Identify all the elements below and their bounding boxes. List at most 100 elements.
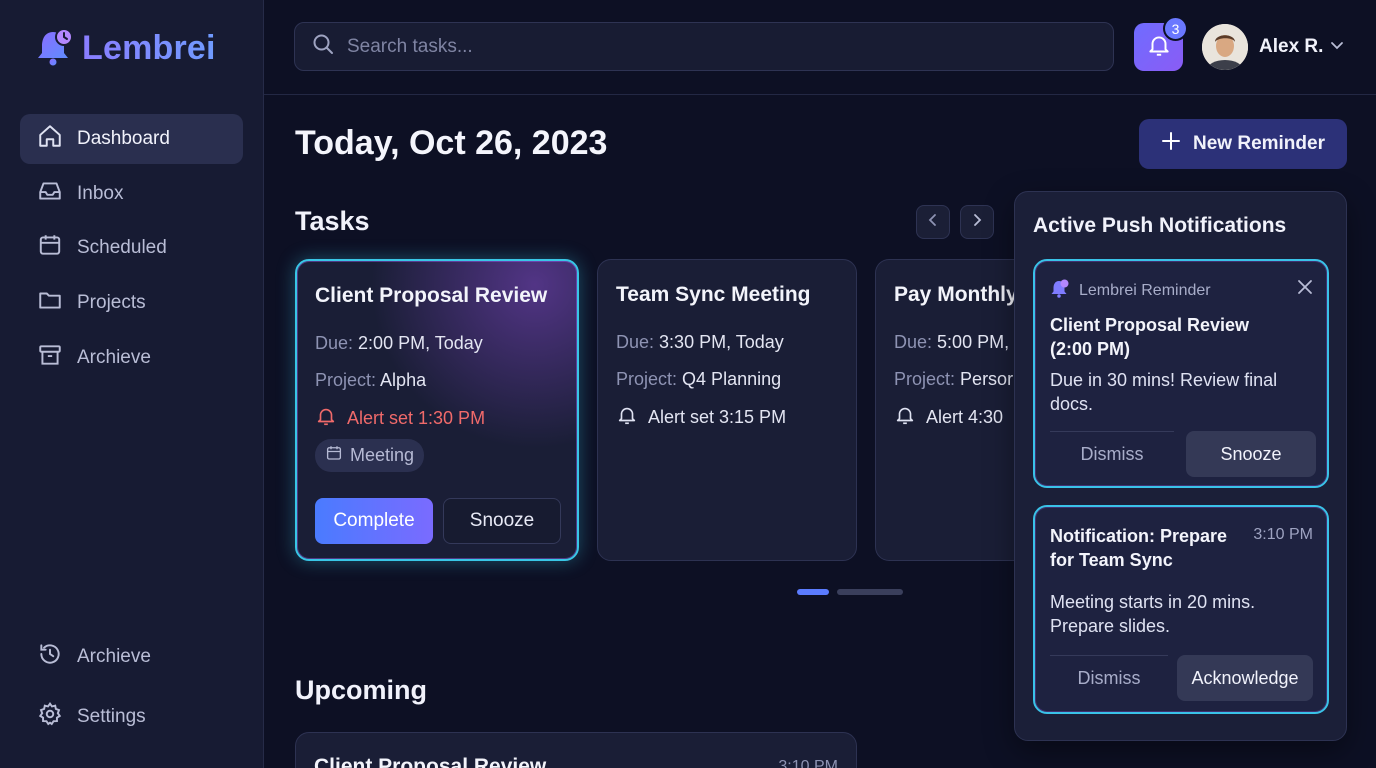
chevron-right-icon xyxy=(971,213,983,232)
task-tag[interactable]: Meeting xyxy=(315,439,425,472)
alert-bell-icon xyxy=(315,405,337,432)
task-card-team-sync[interactable]: Team Sync Meeting Due: 3:30 PM, Today Pr… xyxy=(597,259,857,561)
new-reminder-button[interactable]: New Reminder xyxy=(1139,119,1347,169)
notification-title-line: (2:00 PM) xyxy=(1050,339,1131,359)
notification-app: Lembrei Reminder xyxy=(1050,278,1211,303)
chevron-down-icon[interactable] xyxy=(1330,38,1344,57)
notification-title-line: Notification: Prepare xyxy=(1050,526,1228,546)
due-value: 5:00 PM, xyxy=(937,332,1010,352)
bell-icon xyxy=(894,404,916,431)
notification-body: Meeting starts in 20 mins. Prepare slide… xyxy=(1050,590,1255,638)
snooze-button[interactable]: Snooze xyxy=(1186,431,1316,477)
sidebar-item-label: Inbox xyxy=(77,182,124,204)
alert-text: Alert set 3:15 PM xyxy=(648,407,787,427)
carousel-prev-button[interactable] xyxy=(916,205,950,239)
sidebar-item-projects[interactable]: Projects xyxy=(20,278,243,328)
due-label: Due: xyxy=(894,332,933,352)
sidebar-item-inbox[interactable]: Inbox xyxy=(20,169,243,219)
alert-text: Alert set 1:30 PM xyxy=(347,408,486,428)
upcoming-item[interactable]: Client Proposal Review 3:10 PM xyxy=(295,732,857,768)
notification-title-line: for Team Sync xyxy=(1050,550,1173,570)
bell-logo-icon xyxy=(1050,278,1070,303)
gear-icon xyxy=(37,701,63,733)
folder-icon xyxy=(37,287,63,319)
sidebar-item-label: Dashboard xyxy=(77,128,170,149)
notification-body-line: docs. xyxy=(1050,394,1094,414)
search-icon xyxy=(311,32,335,61)
notification-title-line: Client Proposal Review xyxy=(1050,315,1250,335)
sidebar-item-label: Scheduled xyxy=(77,237,167,259)
sidebar-item-settings[interactable]: Settings xyxy=(20,692,243,742)
new-reminder-label: New Reminder xyxy=(1193,133,1325,154)
due-value: 2:00 PM, Today xyxy=(358,333,483,353)
inbox-icon xyxy=(37,178,63,210)
carousel-dot-active[interactable] xyxy=(797,589,829,595)
acknowledge-button[interactable]: Acknowledge xyxy=(1177,655,1313,701)
notification-time: 3:10 PM xyxy=(1253,526,1313,543)
main-nav: Dashboard Inbox Scheduled Projects Archi… xyxy=(20,114,243,387)
task-alert: Alert 4:30 xyxy=(894,404,1003,431)
due-value: 3:30 PM, Today xyxy=(659,332,784,352)
close-icon[interactable] xyxy=(1297,279,1313,300)
sidebar-item-label: Archieve xyxy=(77,646,151,667)
task-due: Due: 3:30 PM, Today xyxy=(616,332,784,353)
task-alert: Alert set 1:30 PM xyxy=(315,405,485,432)
notification-app-name: Lembrei Reminder xyxy=(1079,281,1211,299)
notification-body: Due in 30 mins! Review final docs. xyxy=(1050,368,1277,416)
avatar[interactable] xyxy=(1202,24,1248,70)
search-input[interactable] xyxy=(347,35,1067,58)
user-name[interactable]: Alex R. xyxy=(1259,36,1323,58)
tag-label: Meeting xyxy=(350,445,415,465)
brand-logo[interactable]: Lembrei xyxy=(36,26,216,71)
calendar-icon xyxy=(37,232,63,264)
project-label: Project: xyxy=(616,369,678,389)
chevron-left-icon xyxy=(927,213,939,232)
project-label: Project: xyxy=(894,369,956,389)
snooze-button[interactable]: Snooze xyxy=(443,498,561,544)
dismiss-button[interactable]: Dismiss xyxy=(1050,668,1168,689)
carousel-pagination xyxy=(797,589,903,595)
sidebar-item-dashboard[interactable]: Dashboard xyxy=(20,114,243,164)
task-project: Project: Persor xyxy=(894,369,1013,390)
upcoming-title: Client Proposal Review xyxy=(314,755,547,768)
archive-box-icon xyxy=(37,342,63,374)
sidebar-item-archive[interactable]: Archieve xyxy=(20,333,243,383)
carousel-dot[interactable] xyxy=(837,589,903,595)
sidebar-item-label: Settings xyxy=(77,706,146,727)
sidebar-bottom-nav: Archieve Settings xyxy=(20,632,243,752)
task-project: Project: Alpha xyxy=(315,370,426,391)
task-card-pay-monthly[interactable]: Pay Monthly Due: 5:00 PM, Project: Perso… xyxy=(875,259,1025,561)
complete-button[interactable]: Complete xyxy=(315,498,433,544)
tasks-section-title: Tasks xyxy=(295,206,370,236)
top-bar: 3 Alex R. xyxy=(264,0,1376,95)
sidebar-item-label: Archieve xyxy=(77,346,151,368)
plus-icon xyxy=(1161,131,1181,157)
sidebar: Lembrei Dashboard Inbox Scheduled Projec… xyxy=(0,0,264,768)
alert-text: Alert 4:30 xyxy=(926,407,1004,427)
notification-count-badge: 3 xyxy=(1163,16,1188,41)
project-value: Persor xyxy=(960,369,1014,389)
bell-clock-logo-icon xyxy=(36,26,74,71)
search-box[interactable] xyxy=(294,22,1114,71)
task-alert: Alert set 3:15 PM xyxy=(616,404,786,431)
upcoming-section-title: Upcoming xyxy=(295,675,427,705)
carousel-next-button[interactable] xyxy=(960,205,994,239)
notification-body-line: Due in 30 mins! Review final xyxy=(1050,370,1278,390)
due-label: Due: xyxy=(616,332,655,352)
task-title: Team Sync Meeting xyxy=(616,283,811,306)
project-value: Q4 Planning xyxy=(682,369,782,389)
project-value: Alpha xyxy=(380,370,427,390)
sidebar-item-scheduled[interactable]: Scheduled xyxy=(20,223,243,273)
sidebar-item-history[interactable]: Archieve xyxy=(20,632,243,682)
home-icon xyxy=(37,123,63,155)
dismiss-button[interactable]: Dismiss xyxy=(1050,444,1174,465)
panel-title: Active Push Notifications xyxy=(1033,214,1287,237)
page-title: Today, Oct 26, 2023 xyxy=(295,124,608,162)
notification-card[interactable]: Lembrei Reminder Client Proposal Review … xyxy=(1033,259,1329,488)
push-notifications-panel: Active Push Notifications Lembrei Remind… xyxy=(1014,191,1347,741)
task-card-client-proposal[interactable]: Client Proposal Review Due: 2:00 PM, Tod… xyxy=(295,259,579,561)
due-label: Due: xyxy=(315,333,354,353)
notification-card[interactable]: Notification: Prepare for Team Sync 3:10… xyxy=(1033,505,1329,714)
task-title: Client Proposal Review xyxy=(315,284,548,307)
upcoming-time: 3:10 PM xyxy=(778,758,838,768)
